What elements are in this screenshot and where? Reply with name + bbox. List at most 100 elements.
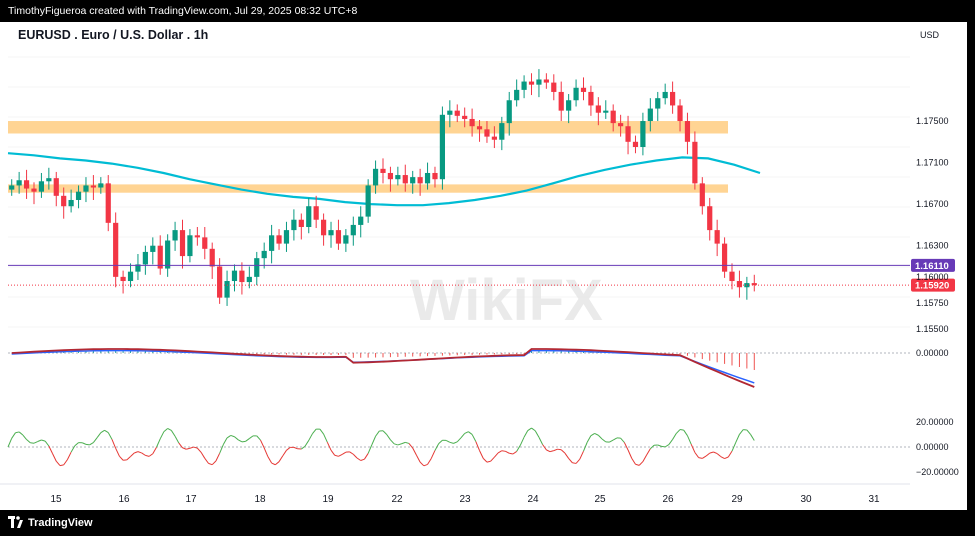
candle-body xyxy=(224,281,230,298)
candle-body xyxy=(588,91,594,106)
candle-body xyxy=(53,178,59,196)
candle-body xyxy=(328,230,334,236)
currency-label: USD xyxy=(920,30,940,40)
candle-body xyxy=(714,230,720,244)
candle-body xyxy=(454,110,460,116)
candle-body xyxy=(484,129,490,137)
candle-body xyxy=(231,270,238,282)
candle-body xyxy=(432,172,438,180)
candle-body xyxy=(707,206,713,231)
candle-body xyxy=(343,235,349,244)
candle-body xyxy=(209,248,215,267)
candle-body xyxy=(269,235,275,251)
osc-segment xyxy=(241,440,246,443)
candle-body xyxy=(98,183,104,188)
price-tick: 1.16000 xyxy=(916,272,949,282)
candle-body xyxy=(217,266,223,298)
candle-body xyxy=(721,243,728,272)
candle-body xyxy=(194,235,200,238)
price-tick: 1.16700 xyxy=(916,199,949,209)
candle-body xyxy=(291,219,297,231)
tradingview-brand: TradingView xyxy=(28,517,93,529)
candle-body xyxy=(499,123,505,140)
right-frame xyxy=(967,22,975,510)
candle-body xyxy=(476,126,483,130)
osc-segment xyxy=(59,464,64,467)
time-tick: 26 xyxy=(662,494,674,505)
candle-body xyxy=(402,175,408,184)
candle-body xyxy=(462,115,468,119)
candle-body xyxy=(618,123,624,127)
time-tick: 18 xyxy=(254,494,266,505)
candle-body xyxy=(31,188,37,192)
time-tick: 16 xyxy=(118,494,130,505)
candle-body xyxy=(105,183,111,223)
candle-body xyxy=(68,199,74,207)
candle-body xyxy=(514,89,520,101)
candle-body xyxy=(684,121,691,142)
candle-body xyxy=(335,230,342,244)
candle-body xyxy=(439,114,446,180)
macd-zero-label: 0.00000 xyxy=(916,348,949,358)
osc-segment xyxy=(679,429,684,431)
candle-body xyxy=(640,121,646,148)
candle-body xyxy=(521,81,527,90)
candle-body xyxy=(372,168,379,186)
candle-body xyxy=(165,240,171,269)
candle-body xyxy=(692,141,698,184)
candle-body xyxy=(358,216,364,225)
candle-body xyxy=(246,276,252,283)
price-tick: 1.17100 xyxy=(916,158,949,168)
time-tick: 30 xyxy=(800,494,812,505)
candle-body xyxy=(655,98,661,109)
candle-body xyxy=(313,206,319,220)
tradingview-logo-icon xyxy=(8,516,23,528)
candle-body xyxy=(410,177,416,184)
price-badge-label-1: 1.16110 xyxy=(915,261,949,272)
candle-body xyxy=(16,180,22,186)
candle-body xyxy=(150,245,156,252)
price-tick: 1.17500 xyxy=(916,116,949,126)
candle-body xyxy=(447,110,453,115)
credit-text: TimothyFigueroa created with TradingView… xyxy=(8,5,358,17)
candle-body xyxy=(187,235,193,257)
candle-body xyxy=(566,100,572,111)
candle-body xyxy=(239,270,245,283)
candle-body xyxy=(387,172,394,180)
candle-body xyxy=(610,110,616,124)
candle-body xyxy=(395,175,401,180)
candle-body xyxy=(179,230,186,257)
candle-body xyxy=(625,126,631,142)
candle-body xyxy=(75,191,82,200)
price-badge-label-2: 1.15920 xyxy=(915,281,949,292)
chart-canvas[interactable]: WikiFX 1.16110 1.15920 0.00000 20.00000 0.… xyxy=(0,22,967,510)
candle-body xyxy=(603,110,609,113)
candle-body xyxy=(573,87,579,101)
candle-body xyxy=(365,185,371,217)
candle-body xyxy=(350,224,356,236)
candle-body xyxy=(595,105,601,113)
time-tick: 15 xyxy=(50,494,62,505)
candle-body xyxy=(306,206,312,227)
price-tick: 1.16300 xyxy=(916,241,949,251)
time-tick: 29 xyxy=(731,494,743,505)
osc-segment xyxy=(572,462,577,464)
osc-segment xyxy=(557,448,562,451)
time-tick: 31 xyxy=(868,494,880,505)
candle-body xyxy=(61,195,67,207)
candle-body xyxy=(380,168,386,173)
time-tick: 19 xyxy=(322,494,334,505)
candle-body xyxy=(113,222,119,277)
candle-body xyxy=(506,100,512,124)
time-tick: 24 xyxy=(527,494,539,505)
sr-zone-1 xyxy=(8,121,728,134)
osc-segment xyxy=(661,445,666,448)
candle-body xyxy=(9,185,15,190)
candle-body xyxy=(528,81,535,85)
osc-tick: −20.00000 xyxy=(916,467,959,477)
symbol-title: EURUSD . Euro / U.S. Dollar . 1h xyxy=(18,28,208,42)
branding-bar: TradingView xyxy=(0,510,975,536)
candle-body xyxy=(120,276,126,282)
time-tick: 17 xyxy=(185,494,197,505)
svg-text:WikiFX: WikiFX xyxy=(410,268,603,333)
